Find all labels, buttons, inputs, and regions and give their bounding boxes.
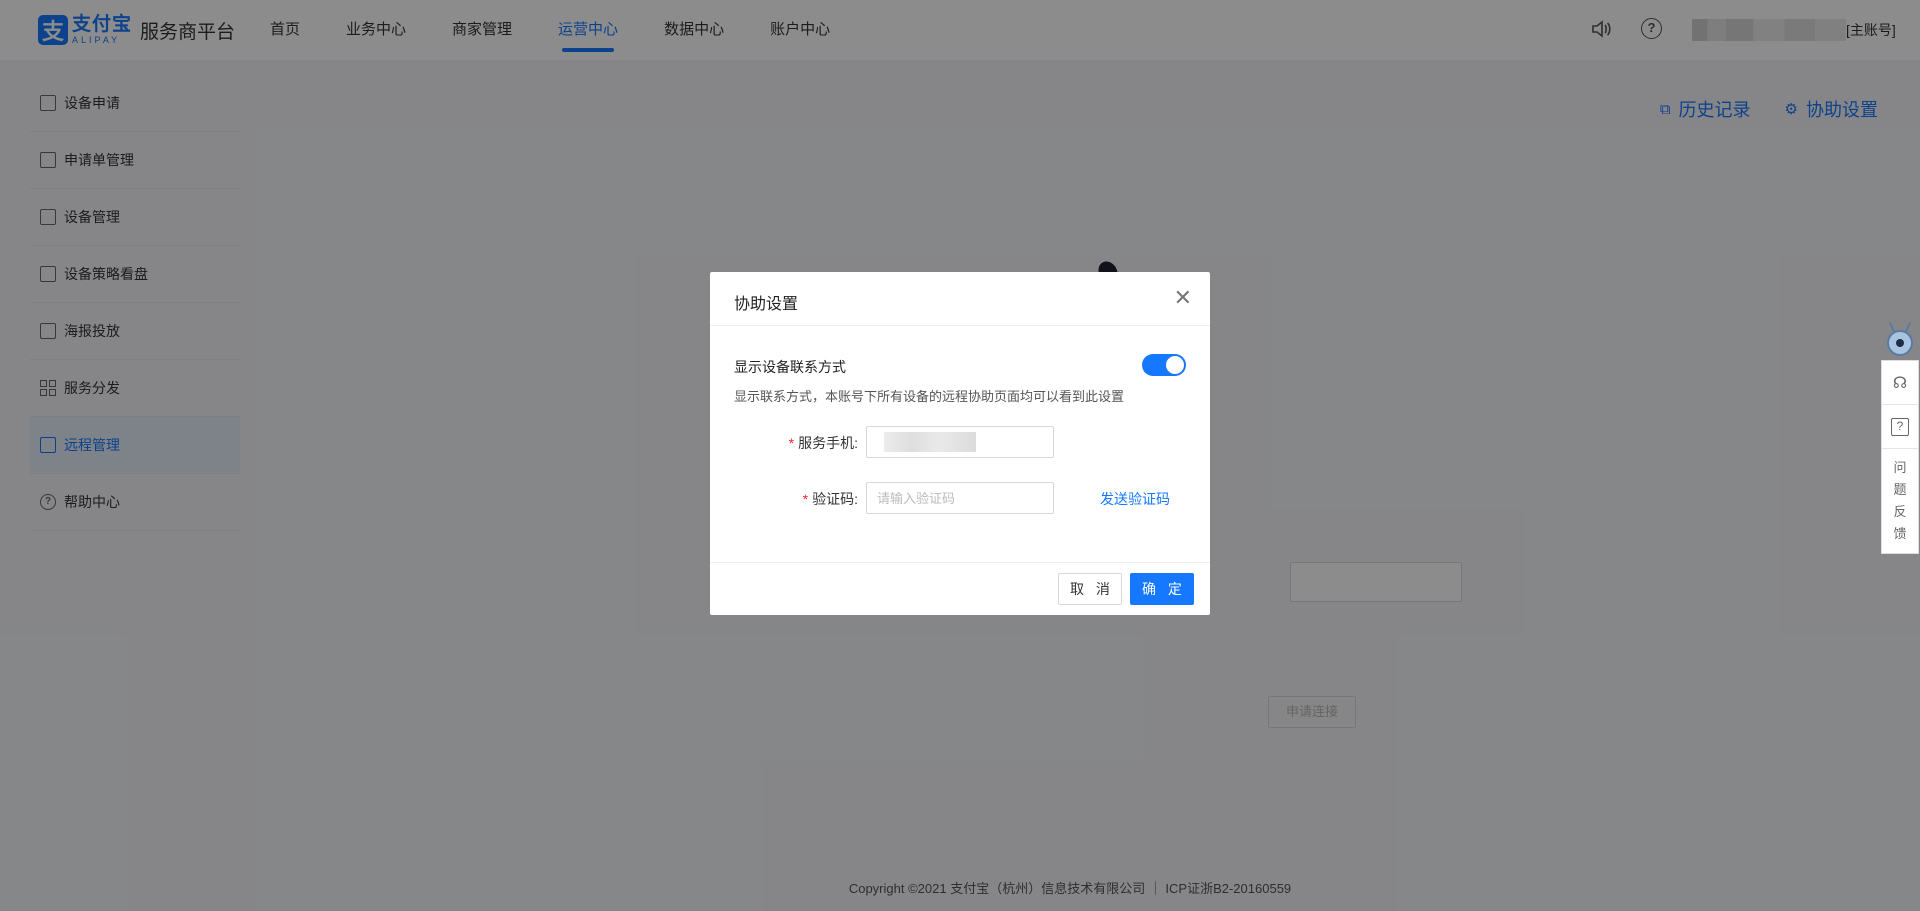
modal-title: 协助设置 (734, 296, 799, 313)
assist-settings-modal: 协助设置 ✕ 显示设备联系方式 显示联系方式，本账号下所有设备的远程协助页面均可… (710, 272, 1210, 615)
phone-label: * 服务手机: (788, 435, 858, 451)
question-icon[interactable]: ? (1882, 405, 1918, 449)
toggle-label: 显示设备联系方式 (734, 359, 846, 375)
cancel-button[interactable]: 取 消 (1058, 573, 1122, 605)
robot-assistant-icon[interactable] (1883, 322, 1917, 360)
code-input[interactable] (866, 482, 1054, 514)
floating-toolbar: ☊ ? 问 题 反 馈 (1881, 322, 1919, 554)
send-code-link[interactable]: 发送验证码 (1100, 489, 1170, 509)
phone-input[interactable] (866, 426, 1054, 458)
phone-row: * 服务手机: (710, 426, 1210, 458)
close-icon[interactable]: ✕ (1174, 286, 1192, 310)
code-label: * 验证码: (802, 491, 858, 507)
toggle-description: 显示联系方式，本账号下所有设备的远程协助页面均可以看到此设置 (734, 389, 1125, 404)
feedback-button[interactable]: 问 题 反 馈 (1882, 449, 1918, 553)
code-row: *验证码: 发送验证码 (710, 482, 1210, 514)
show-contact-toggle[interactable] (1142, 354, 1186, 376)
confirm-button[interactable]: 确 定 (1130, 573, 1194, 605)
customer-service-icon[interactable]: ☊ (1882, 361, 1918, 405)
